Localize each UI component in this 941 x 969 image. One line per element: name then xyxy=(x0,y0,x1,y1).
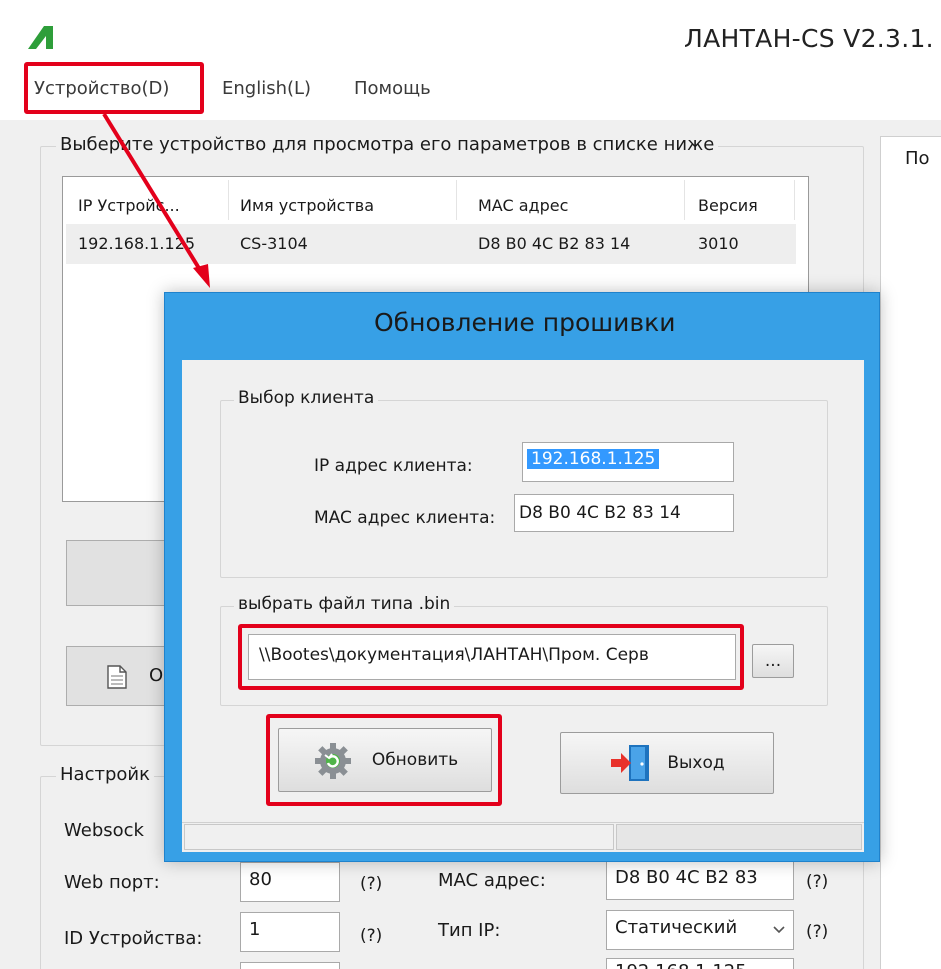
annotation-arrow-icon xyxy=(102,112,210,288)
main-window: ЛАНТАН-CS V2.3.1. Устройство(D) English(… xyxy=(0,0,941,969)
